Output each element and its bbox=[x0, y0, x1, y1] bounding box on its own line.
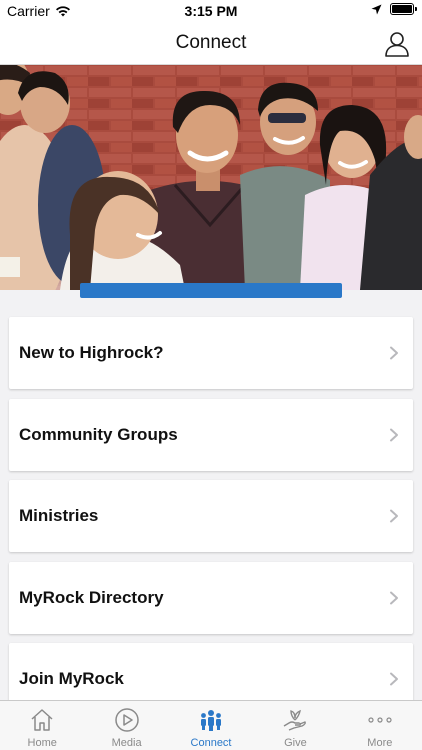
menu-item-ministries[interactable]: Ministries bbox=[9, 480, 413, 552]
tab-more[interactable]: More bbox=[338, 701, 422, 750]
hero-photo bbox=[0, 65, 422, 290]
location-arrow-icon bbox=[371, 4, 382, 14]
menu-item-new-to-highrock[interactable]: New to Highrock? bbox=[9, 317, 413, 389]
tab-label: More bbox=[367, 737, 393, 749]
status-bar: Carrier 3:15 PM bbox=[0, 0, 422, 22]
connect-menu-list: New to Highrock? Community Groups Minist… bbox=[9, 317, 413, 725]
chevron-right-icon bbox=[390, 509, 398, 523]
tab-label: Connect bbox=[190, 737, 232, 749]
play-icon bbox=[114, 708, 139, 732]
tab-bar: Home Media Connect Give More bbox=[0, 700, 422, 750]
group-photo-illustration bbox=[0, 65, 422, 290]
person-icon bbox=[385, 32, 409, 57]
tab-label: Give bbox=[284, 737, 307, 749]
navigation-bar: Connect bbox=[0, 22, 422, 65]
tab-label: Home bbox=[27, 737, 57, 749]
chevron-right-icon bbox=[390, 428, 398, 441]
menu-item-label: New to Highrock? bbox=[19, 343, 164, 362]
tab-media[interactable]: Media bbox=[84, 701, 168, 750]
tab-home[interactable]: Home bbox=[0, 701, 84, 750]
chevron-right-icon bbox=[390, 346, 398, 360]
profile-button[interactable] bbox=[384, 31, 410, 57]
menu-item-label: Join MyRock bbox=[19, 669, 124, 688]
battery-icon bbox=[390, 3, 417, 15]
chevron-right-icon bbox=[390, 591, 398, 604]
people-icon bbox=[201, 710, 222, 731]
menu-item-label: Ministries bbox=[19, 506, 99, 525]
status-right bbox=[371, 3, 417, 15]
tab-label: Media bbox=[111, 737, 142, 749]
tab-give[interactable]: Give bbox=[253, 701, 337, 750]
give-hand-icon bbox=[284, 709, 307, 731]
menu-item-community-groups[interactable]: Community Groups bbox=[9, 398, 413, 471]
more-dots-icon bbox=[368, 717, 392, 723]
hero-accent-bar bbox=[80, 283, 342, 298]
battery-level bbox=[392, 5, 412, 13]
page-title: Connect bbox=[175, 32, 247, 53]
menu-item-label: MyRock Directory bbox=[19, 587, 164, 607]
home-icon bbox=[31, 709, 53, 731]
chevron-right-icon bbox=[390, 672, 398, 686]
menu-item-myrock-directory[interactable]: MyRock Directory bbox=[9, 561, 413, 634]
menu-item-label: Community Groups bbox=[19, 424, 178, 444]
tab-connect[interactable]: Connect bbox=[169, 701, 253, 750]
status-time: 3:15 PM bbox=[184, 3, 238, 19]
